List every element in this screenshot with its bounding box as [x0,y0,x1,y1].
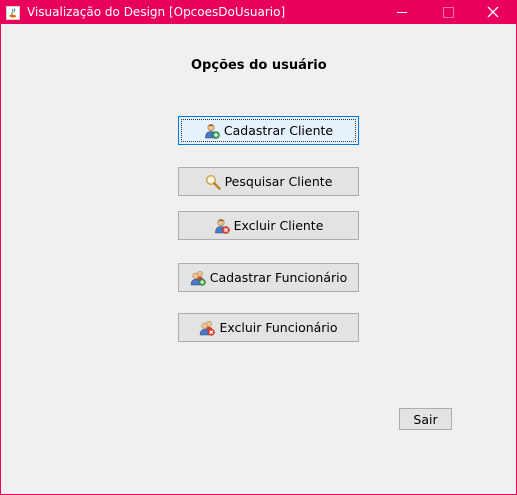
button-label: Cadastrar Cliente [223,123,334,138]
cadastrar-funcionario-button[interactable]: Cadastrar Funcionário [178,263,359,292]
button-label: Cadastrar Funcionário [209,270,348,285]
close-icon [487,6,499,18]
pesquisar-cliente-button[interactable]: Pesquisar Cliente [178,167,359,196]
button-label: Pesquisar Cliente [224,174,333,189]
maximize-icon [443,7,454,18]
add-user-icon [204,123,220,139]
app-window: Visualização do Design [OpcoesDoUsuario]… [0,0,517,495]
excluir-funcionario-button[interactable]: Excluir Funcionário [178,313,359,342]
remove-user-icon [214,218,230,234]
search-icon [205,174,221,190]
minimize-button[interactable] [379,1,425,24]
excluir-cliente-button[interactable]: Excluir Cliente [178,211,359,240]
sair-button[interactable]: Sair [399,408,452,430]
page-title: Opções do usuário [191,58,327,73]
minimize-icon [397,12,407,13]
button-label: Sair [413,411,438,427]
remove-group-icon [199,320,216,336]
add-group-icon [190,270,206,286]
content-panel: Opções do usuário Cadastrar Cliente Pesq… [1,24,516,494]
button-label: Excluir Funcionário [219,320,338,335]
cadastrar-cliente-button[interactable]: Cadastrar Cliente [178,116,359,145]
java-app-icon [6,5,20,20]
button-label: Excluir Cliente [233,218,324,233]
maximize-button [425,1,471,24]
close-button[interactable] [470,1,516,24]
title-bar[interactable]: Visualização do Design [OpcoesDoUsuario] [1,1,516,24]
window-title: Visualização do Design [OpcoesDoUsuario] [27,5,286,19]
